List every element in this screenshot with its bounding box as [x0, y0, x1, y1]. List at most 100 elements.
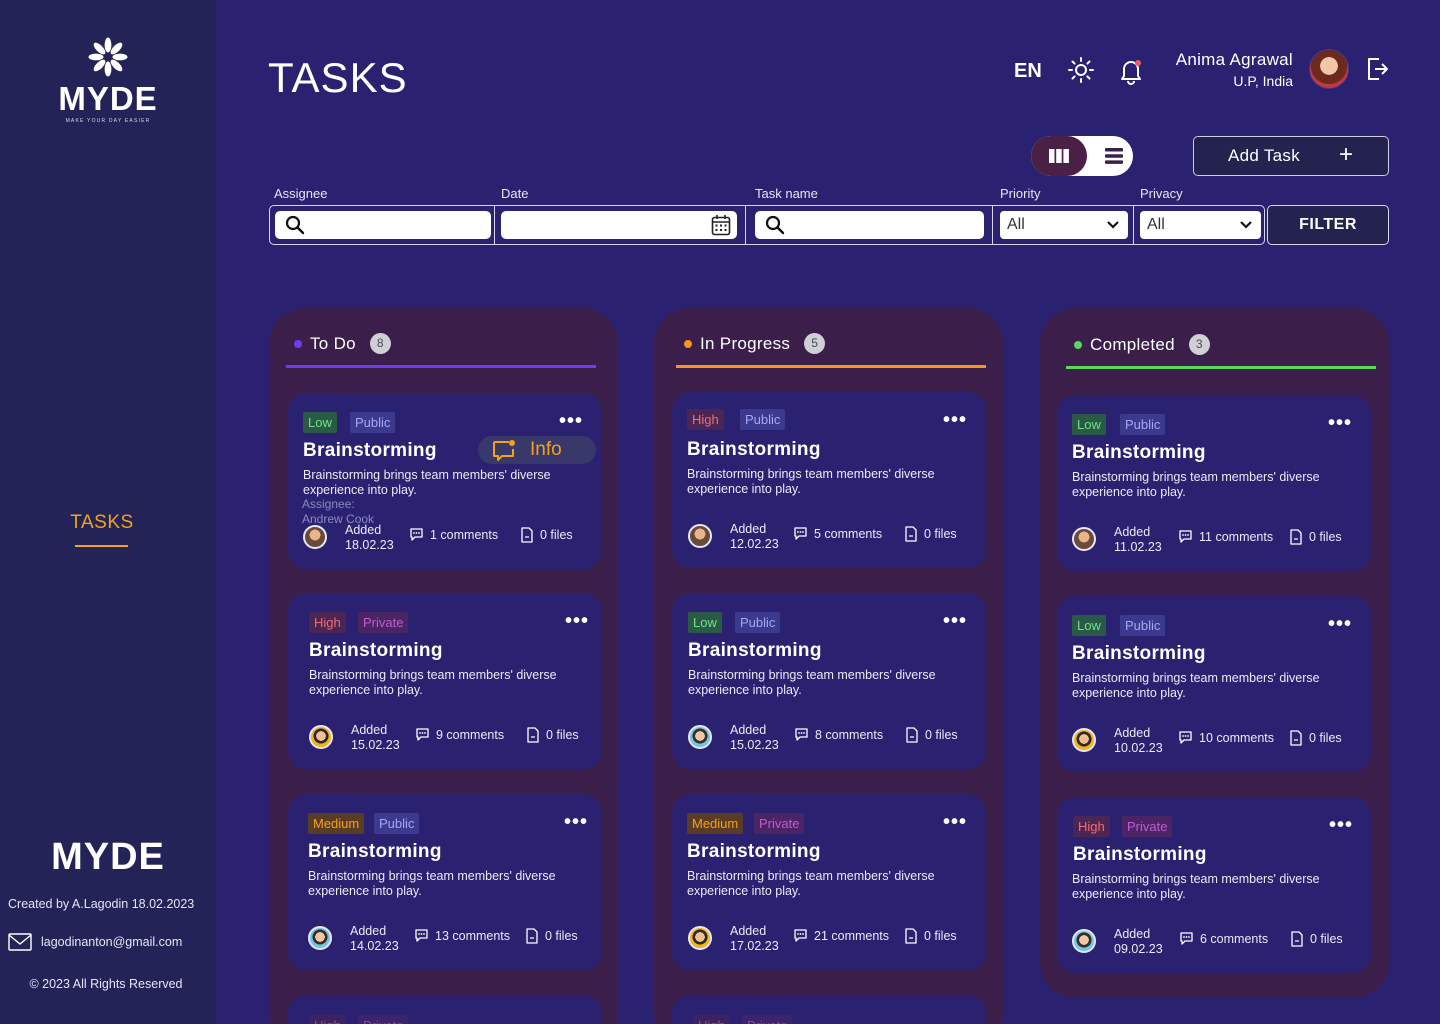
- filter-button[interactable]: FILTER: [1267, 205, 1389, 245]
- calendar-icon[interactable]: [711, 214, 731, 236]
- more-options-icon[interactable]: •••: [565, 610, 589, 633]
- added-date: Added 14.02.23: [350, 924, 399, 954]
- added-label: Added: [730, 924, 767, 938]
- more-options-icon[interactable]: •••: [943, 811, 967, 834]
- files-count[interactable]: 0 files: [1289, 529, 1342, 545]
- task-card[interactable]: High Private ••• Brainstorming Brainstor…: [1057, 797, 1371, 973]
- list-view-button[interactable]: [1095, 136, 1133, 176]
- assignee-search-input[interactable]: [275, 211, 491, 239]
- task-card[interactable]: Medium Private ••• Brainstorming Brainst…: [672, 794, 986, 970]
- card-description: Brainstorming brings team members' diver…: [308, 869, 556, 898]
- info-tooltip[interactable]: Info: [478, 436, 596, 464]
- task-name-search-input[interactable]: [755, 211, 984, 239]
- privacy-select-value: All: [1147, 216, 1165, 233]
- avatar: [688, 524, 712, 548]
- file-icon: [527, 727, 539, 743]
- comments-text: 8 comments: [815, 727, 884, 742]
- user-avatar[interactable]: [1309, 49, 1349, 89]
- privacy-badge: Private: [358, 1015, 409, 1024]
- task-card[interactable]: High Private: [672, 995, 986, 1024]
- task-card[interactable]: Low Public ••• Brainstorming Brainstormi…: [672, 593, 986, 769]
- comment-alert-icon: [493, 440, 515, 461]
- task-card[interactable]: Low Public ••• Brainstorming Brainstormi…: [1057, 395, 1371, 571]
- priority-badge: High: [309, 1015, 346, 1024]
- comments-count[interactable]: 21 comments: [793, 928, 889, 943]
- task-card[interactable]: Medium Public ••• Brainstorming Brainsto…: [288, 794, 602, 970]
- added-date: Added 17.02.23: [730, 924, 779, 954]
- email-text: lagodinanton@gmail.com: [41, 935, 183, 949]
- comments-text: 5 comments: [814, 526, 883, 541]
- added-date: Added 11.02.23: [1114, 525, 1162, 555]
- comment-icon: [794, 929, 807, 942]
- card-footer: Added 09.02.23 6 comments 0 files: [1072, 927, 1362, 959]
- footer-email[interactable]: lagodinanton@gmail.com: [8, 931, 182, 953]
- mail-icon: [8, 933, 32, 951]
- comments-count[interactable]: 8 comments: [794, 727, 883, 742]
- more-options-icon[interactable]: •••: [943, 409, 967, 432]
- avatar: [688, 725, 712, 749]
- more-options-icon[interactable]: •••: [943, 610, 967, 633]
- files-text: 0 files: [545, 929, 578, 943]
- files-count[interactable]: 0 files: [904, 526, 957, 542]
- comments-count[interactable]: 10 comments: [1178, 730, 1274, 745]
- files-count[interactable]: 0 files: [526, 727, 579, 743]
- search-icon: [285, 215, 305, 235]
- active-nav-underline: [75, 545, 128, 547]
- comments-count[interactable]: 9 comments: [415, 727, 504, 742]
- card-description: Brainstorming brings team members' diver…: [1072, 671, 1320, 700]
- more-options-icon[interactable]: •••: [1328, 613, 1352, 636]
- filter-divider: [494, 205, 495, 245]
- task-card[interactable]: Low Public ••• Brainstorming Brainstormi…: [1057, 596, 1371, 772]
- more-options-icon[interactable]: •••: [1329, 814, 1353, 837]
- card-description: Brainstorming brings team members' diver…: [1072, 872, 1320, 901]
- comments-count[interactable]: 6 comments: [1179, 931, 1268, 946]
- avatar: [1072, 527, 1096, 551]
- card-title: Brainstorming: [688, 640, 822, 661]
- bell-icon[interactable]: [1118, 57, 1144, 85]
- added-date: Added 18.02.23: [345, 523, 394, 553]
- status-dot: [294, 339, 302, 348]
- add-task-button[interactable]: Add Task +: [1193, 136, 1389, 176]
- comments-count[interactable]: 1 comments: [409, 527, 498, 542]
- added-label: Added: [351, 723, 388, 737]
- date-input[interactable]: [501, 211, 737, 239]
- files-count[interactable]: 0 files: [520, 527, 573, 543]
- card-title: Brainstorming: [1073, 844, 1207, 865]
- date-value: 18.02.23: [345, 538, 394, 552]
- file-icon: [526, 928, 538, 944]
- date-value: 17.02.23: [730, 939, 779, 953]
- files-count[interactable]: 0 files: [904, 928, 957, 944]
- files-count[interactable]: 0 files: [905, 727, 958, 743]
- sun-icon[interactable]: [1068, 57, 1094, 83]
- date-value: 10.02.23: [1114, 741, 1163, 755]
- privacy-select[interactable]: All: [1140, 211, 1261, 239]
- task-card[interactable]: High Private ••• Brainstorming Brainstor…: [288, 593, 602, 769]
- column-underline: [676, 365, 986, 368]
- task-card[interactable]: Low Public ••• Brainstorming Info Brains…: [288, 393, 602, 569]
- logout-icon[interactable]: [1366, 56, 1390, 82]
- more-options-icon[interactable]: •••: [564, 811, 588, 834]
- privacy-badge: Private: [742, 1015, 793, 1024]
- user-name: Anima Agrawal: [1175, 50, 1293, 69]
- more-options-icon[interactable]: •••: [559, 410, 583, 433]
- card-description: Brainstorming brings team members' diver…: [1072, 470, 1320, 499]
- comments-count[interactable]: 11 comments: [1178, 529, 1273, 544]
- comment-icon: [794, 527, 807, 540]
- files-count[interactable]: 0 files: [525, 928, 578, 944]
- privacy-badge: Private: [358, 612, 409, 633]
- priority-select[interactable]: All: [1000, 211, 1128, 239]
- sidebar-item-tasks[interactable]: TASKS: [0, 512, 204, 534]
- files-count[interactable]: 0 files: [1290, 931, 1343, 947]
- language-switch[interactable]: EN: [1014, 60, 1042, 83]
- files-count[interactable]: 0 files: [1289, 730, 1342, 746]
- logo[interactable]: MYDE MAKE YOUR DAY EASIER: [0, 36, 216, 124]
- more-options-icon[interactable]: •••: [1328, 412, 1352, 435]
- privacy-badge: Public: [1120, 414, 1166, 435]
- user-info[interactable]: Anima Agrawal U.P, India: [1150, 50, 1293, 89]
- comments-count[interactable]: 13 comments: [414, 928, 510, 943]
- comments-count[interactable]: 5 comments: [793, 526, 882, 541]
- privacy-badge: Private: [754, 813, 805, 834]
- task-card[interactable]: High Private: [288, 995, 602, 1024]
- board-view-button[interactable]: [1031, 136, 1087, 176]
- task-card[interactable]: High Public ••• Brainstorming Brainstorm…: [672, 392, 986, 568]
